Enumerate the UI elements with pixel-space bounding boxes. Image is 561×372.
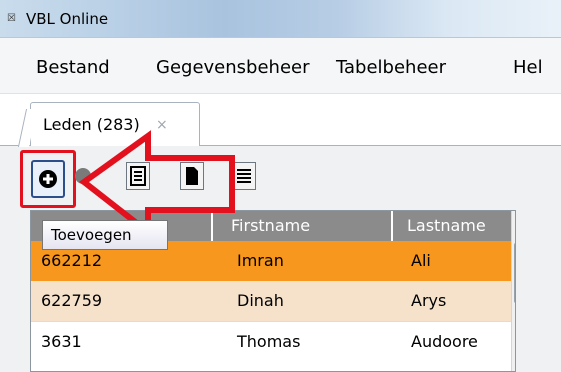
delete-icon [75, 168, 91, 184]
detail-icon [130, 166, 146, 186]
vertical-scrollbar[interactable] [511, 211, 515, 371]
cell-lastname: Audoore [411, 332, 478, 351]
tab-leden[interactable]: Leden (283) × [30, 102, 200, 146]
add-button[interactable] [31, 160, 65, 198]
cell-id: 622759 [41, 291, 103, 310]
table-row[interactable]: 622759 Dinah Arys [31, 281, 511, 321]
close-icon[interactable]: × [156, 115, 168, 135]
tab-strip: Leden (283) × [0, 94, 561, 146]
table-row[interactable]: 3631 Thomas Audoore [31, 322, 511, 362]
column-header-lastname[interactable]: Lastname [391, 211, 511, 241]
detail-button[interactable] [126, 162, 150, 190]
list-button[interactable] [232, 162, 256, 190]
window-title: VBL Online [26, 10, 109, 28]
cell-firstname: Imran [237, 251, 284, 270]
plus-circle-icon [39, 170, 57, 188]
delete-button[interactable] [71, 162, 95, 190]
cell-id: 3631 [41, 332, 82, 351]
menu-item-help[interactable]: Hel [513, 57, 543, 79]
menu-item-bestand[interactable]: Bestand [36, 57, 110, 79]
menu-item-tabelbeheer[interactable]: Tabelbeheer [336, 57, 446, 79]
tooltip: Toevoegen [42, 220, 168, 250]
scrollbar-thumb[interactable] [514, 243, 515, 303]
app-icon: ☒ [7, 13, 16, 24]
cell-firstname: Dinah [237, 291, 284, 310]
menu-bar: Bestand Gegevensbeheer Tabelbeheer Hel [0, 38, 561, 94]
document-button[interactable] [180, 162, 204, 190]
list-icon [237, 169, 251, 183]
cell-lastname: Ali [411, 251, 431, 270]
document-icon [186, 167, 198, 185]
tab-label: Leden (283) [43, 115, 140, 134]
cell-lastname: Arys [411, 291, 447, 310]
menu-item-gegevensbeheer[interactable]: Gegevensbeheer [156, 57, 310, 79]
title-bar: ☒ VBL Online [0, 0, 561, 38]
cell-firstname: Thomas [237, 332, 301, 351]
column-header-firstname[interactable]: Firstname [211, 211, 391, 241]
